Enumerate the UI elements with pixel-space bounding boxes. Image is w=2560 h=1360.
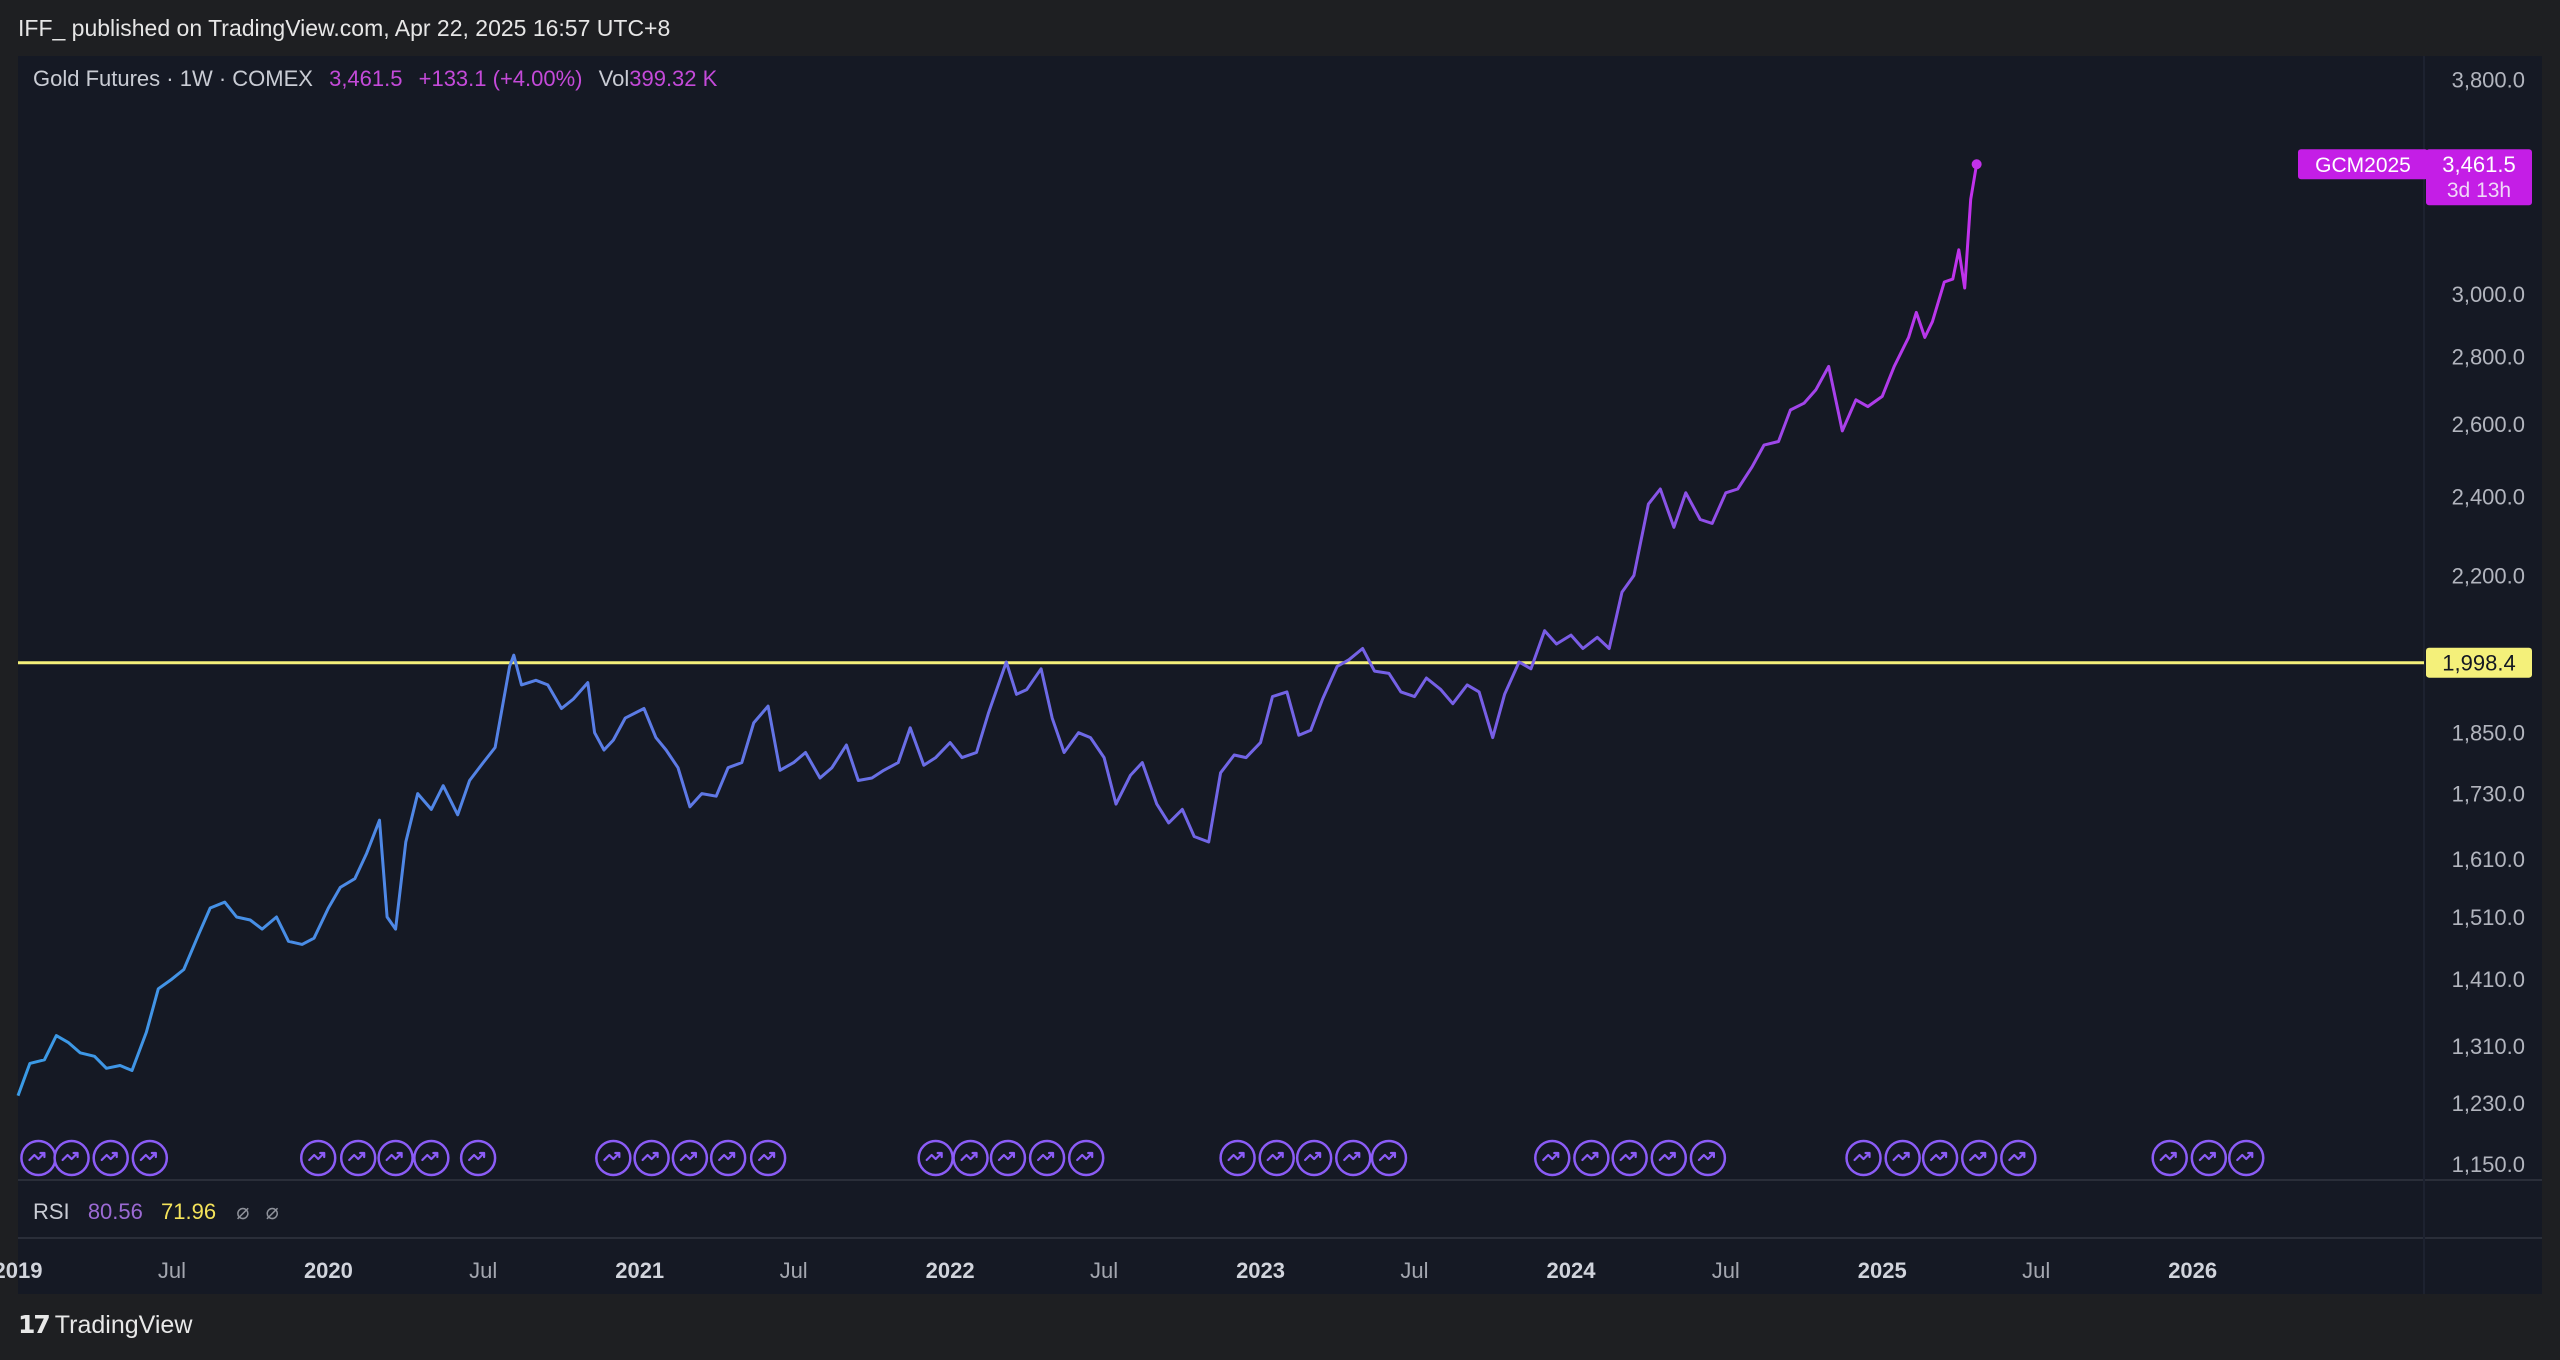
volume-label: Vol — [598, 66, 630, 91]
y-tick-label: 1,150.0 — [2452, 1152, 2525, 1177]
price-series-line — [16, 163, 1979, 1097]
y-tick-label: 2,400.0 — [2452, 485, 2525, 510]
y-tick-label: 1,310.0 — [2452, 1034, 2525, 1059]
tradingview-logo-icon: 𝟭𝟳 — [18, 1311, 51, 1339]
x-tick-label: 2025 — [1858, 1258, 1907, 1283]
y-tick-label: 2,600.0 — [2452, 412, 2525, 437]
y-tick-label: 3,800.0 — [2452, 68, 2525, 93]
price-chart[interactable]: 3,800.0 3,000.0 2,800.0 2,600.0 2,400.0 2,200… — [0, 0, 2560, 1360]
last-price-label: 3,461.5 — [2442, 152, 2515, 177]
x-tick-label: Jul — [1400, 1258, 1428, 1283]
rsi-legend: RSI 80.56 71.96 ⌀ ⌀ — [33, 1199, 289, 1225]
price-change: +133.1 (+4.00%) — [418, 66, 583, 91]
symbol-title[interactable]: Gold Futures · 1W · COMEX — [33, 66, 313, 91]
bar-countdown-label: 3d 13h — [2447, 179, 2511, 202]
volume-value: 399.32 K — [629, 66, 718, 91]
rsi-empty-icon: ⌀ — [236, 1199, 250, 1224]
rsi-empty-icon-2: ⌀ — [265, 1199, 279, 1224]
x-tick-label: 2023 — [1236, 1258, 1285, 1283]
y-tick-label: 1,850.0 — [2452, 721, 2525, 746]
x-tick-label: 2022 — [926, 1258, 975, 1283]
y-tick-label: 1,410.0 — [2452, 967, 2525, 992]
last-price-dot — [1971, 159, 1982, 170]
last-price: 3,461.5 — [329, 66, 403, 91]
rsi-label[interactable]: RSI — [33, 1199, 70, 1224]
y-tick-label: 2,800.0 — [2452, 345, 2525, 370]
x-tick-label: 2021 — [615, 1258, 664, 1283]
x-tick-label: Jul — [1712, 1258, 1740, 1283]
x-tick-label: Jul — [469, 1258, 497, 1283]
y-tick-label: 1,730.0 — [2452, 782, 2525, 807]
brand-name: TradingView — [54, 1311, 193, 1339]
x-tick-label: Jul — [158, 1258, 186, 1283]
y-tick-label: 1,230.0 — [2452, 1091, 2525, 1116]
y-tick-label: 1,510.0 — [2452, 905, 2525, 930]
resistance-price-label: 1,998.4 — [2442, 651, 2515, 676]
x-tick-label: 2020 — [304, 1258, 353, 1283]
rsi-ma-value: 71.96 — [161, 1199, 217, 1224]
y-tick-label: 3,000.0 — [2452, 282, 2525, 307]
symbol-legend: Gold Futures · 1W · COMEX 3,461.5 +133.1… — [33, 66, 727, 92]
x-tick-label: 2026 — [2168, 1258, 2217, 1283]
x-tick-label: Jul — [2022, 1258, 2050, 1283]
y-tick-label: 2,200.0 — [2452, 563, 2525, 588]
x-tick-label: Jul — [1090, 1258, 1118, 1283]
x-tick-label: Jul — [780, 1258, 808, 1283]
x-tick-label: 2019 — [0, 1258, 42, 1283]
symbol-badge-label: GCM2025 — [2315, 154, 2411, 177]
x-tick-label: 2024 — [1546, 1258, 1596, 1283]
y-tick-label: 1,610.0 — [2452, 847, 2525, 872]
rsi-value: 80.56 — [87, 1199, 143, 1224]
footer-brand: 𝟭𝟳 TradingView — [18, 1310, 192, 1340]
